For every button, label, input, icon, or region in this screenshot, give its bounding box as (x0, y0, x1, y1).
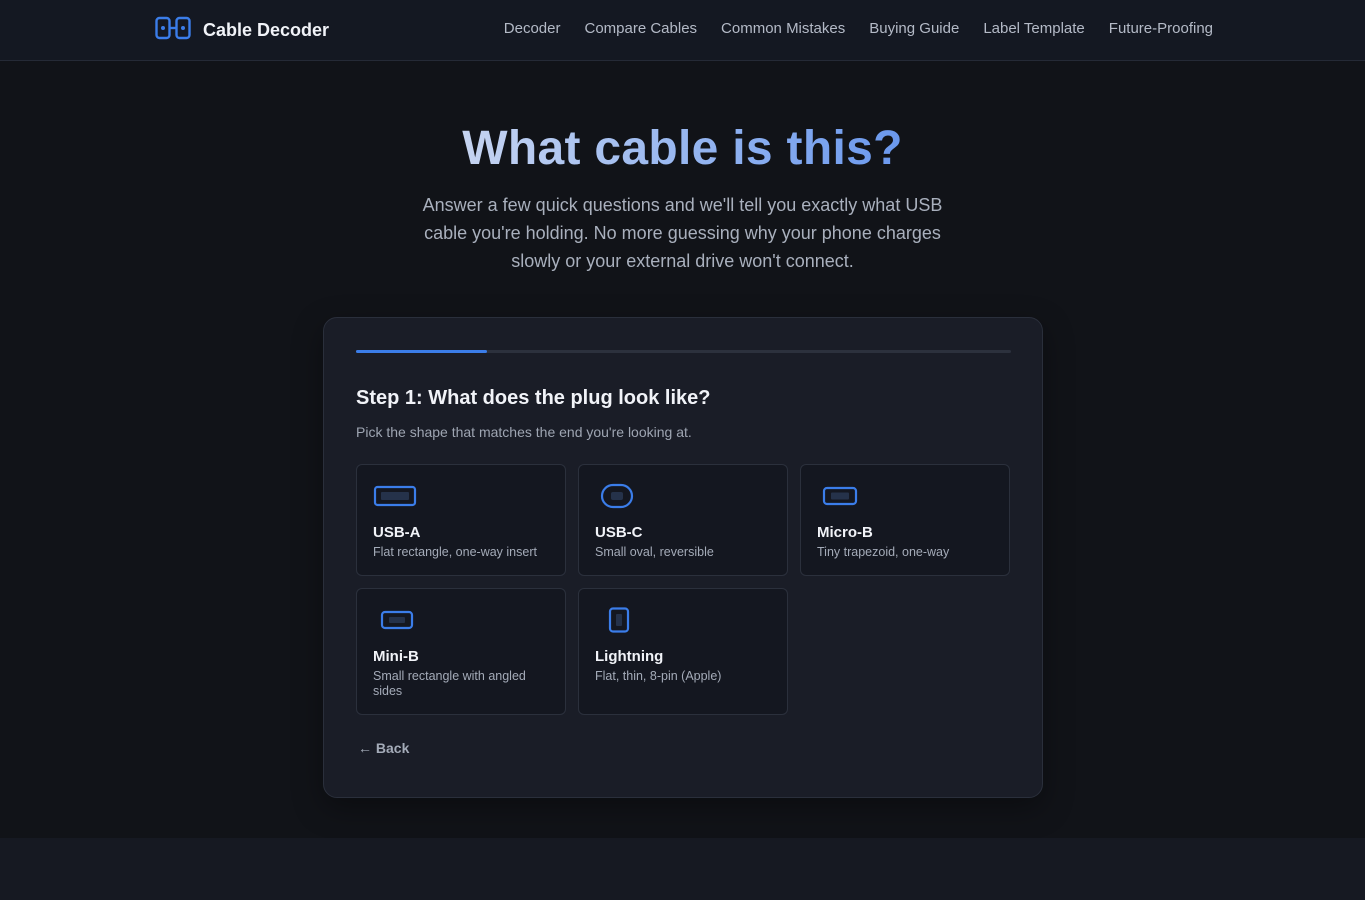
hero-subtitle: Answer a few quick questions and we'll t… (422, 195, 943, 271)
footer (0, 838, 1365, 900)
usb-c-plug-icon (595, 483, 639, 514)
main-content: What cable is this? Answer a few quick q… (0, 61, 1365, 838)
step-subtitle: Pick the shape that matches the end you'… (356, 424, 692, 440)
option-title: Lightning (595, 648, 664, 665)
option-title: Mini-B (373, 648, 419, 665)
main-nav: Decoder Compare Cables Common Mistakes B… (504, 20, 1213, 37)
option-usb-a[interactable]: USB-A Flat rectangle, one-way insert (356, 464, 566, 576)
option-title: USB-A (373, 524, 421, 541)
usb-a-plug-icon (373, 483, 417, 514)
lightning-plug-icon (595, 607, 639, 638)
micro-b-plug-icon (817, 483, 861, 514)
option-lightning[interactable]: Lightning Flat, thin, 8-pin (Apple) (578, 588, 788, 715)
nav-link-buying-guide[interactable]: Buying Guide (869, 20, 959, 37)
option-description: Small rectangle with angled sides (373, 669, 526, 698)
option-description: Tiny trapezoid, one-way (817, 545, 950, 559)
option-description: Small oval, reversible (595, 545, 714, 559)
nav-link-decoder[interactable]: Decoder (504, 20, 561, 37)
progress-bar (356, 350, 1011, 353)
cable-connector-icon (155, 14, 191, 47)
option-title: Micro-B (817, 524, 873, 541)
option-description: Flat rectangle, one-way insert (373, 545, 537, 559)
brand-name: Cable Decoder (203, 19, 330, 40)
hero-title-wrap: What cable is this? (0, 121, 1365, 176)
nav-link-compare-cables[interactable]: Compare Cables (584, 20, 697, 37)
mini-b-plug-icon (373, 607, 417, 638)
back-button[interactable]: ← Back (358, 740, 409, 756)
top-navbar: Cable Decoder Decoder Compare Cables Com… (0, 0, 1365, 61)
nav-link-future-proofing[interactable]: Future-Proofing (1109, 20, 1213, 37)
brand[interactable]: Cable Decoder (155, 15, 329, 45)
option-title: USB-C (595, 524, 643, 541)
step-title: Step 1: What does the plug look like? (356, 387, 711, 409)
nav-link-common-mistakes[interactable]: Common Mistakes (721, 20, 845, 37)
nav-link-label-template[interactable]: Label Template (983, 20, 1084, 37)
progress-bar-fill (356, 350, 487, 353)
decoder-wizard-card: Step 1: What does the plug look like? Pi… (323, 317, 1043, 798)
option-description: Flat, thin, 8-pin (Apple) (595, 669, 722, 683)
option-usb-c[interactable]: USB-C Small oval, reversible (578, 464, 788, 576)
option-micro-b[interactable]: Micro-B Tiny trapezoid, one-way (800, 464, 1010, 576)
option-mini-b[interactable]: Mini-B Small rectangle with angled sides (356, 588, 566, 715)
hero-title: What cable is this? (462, 122, 903, 175)
